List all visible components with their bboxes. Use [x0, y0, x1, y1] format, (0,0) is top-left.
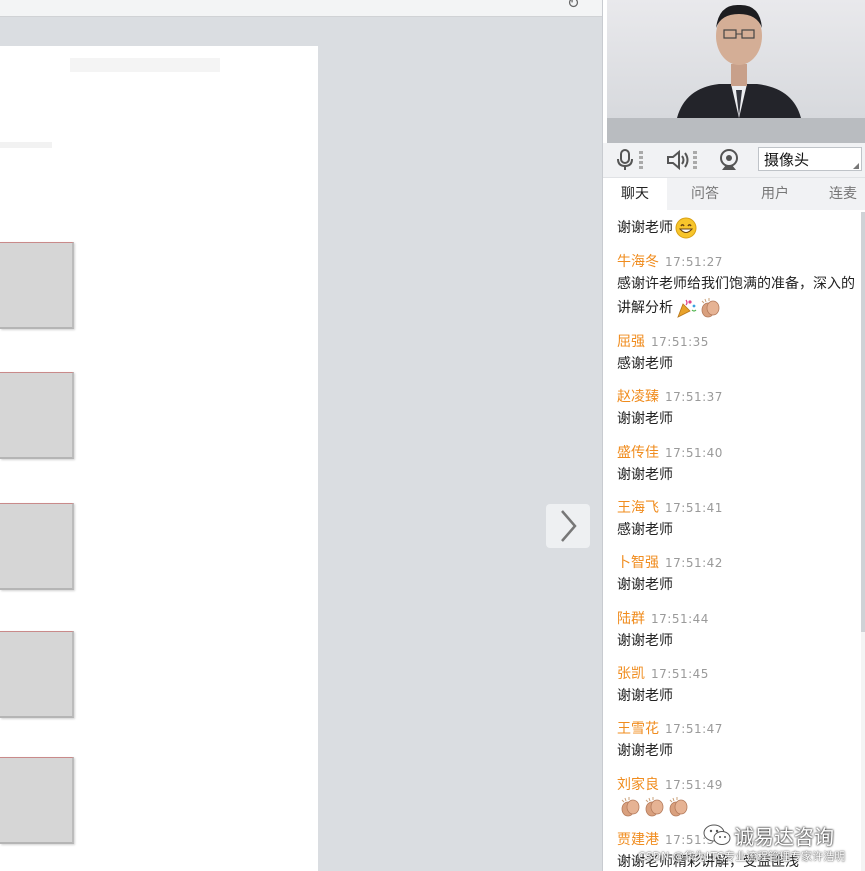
- message-text: 谢谢老师: [617, 220, 673, 236]
- chat-message: 陆群 17:51:44 谢谢老师: [617, 609, 862, 653]
- message-text: 谢谢老师: [617, 577, 673, 593]
- message-time: 17:51:27: [665, 255, 723, 269]
- message-time: 17:51:45: [651, 667, 709, 681]
- clap-emoji-icon: [669, 797, 688, 817]
- slide-box: [0, 631, 74, 718]
- chat-message: 赵凌臻 17:51:37 谢谢老师: [617, 387, 862, 431]
- sender-name: 盛传佳: [617, 445, 659, 461]
- message-text: 谢谢老师: [617, 467, 673, 483]
- message-time: 17:51:49: [665, 778, 723, 792]
- sender-name: 屈强: [617, 334, 645, 350]
- sender-name: 王海飞: [617, 500, 659, 516]
- next-slide-button[interactable]: [546, 504, 590, 548]
- faint-slide-text: [0, 142, 52, 148]
- grin-emoji-icon: [675, 217, 697, 239]
- chat-message: 刘家良 17:51:49: [617, 775, 862, 819]
- side-panel: 摄像头 聊天 问答 用户 连麦 谢谢老师 牛海冬 17:51:27 感谢许老师给我…: [602, 0, 865, 871]
- tab-qa[interactable]: 问答: [691, 178, 719, 210]
- message-text: 谢谢老师: [617, 743, 673, 759]
- chat-message: 盛传佳 17:51:40 谢谢老师: [617, 443, 862, 487]
- browser-top-bar: ↻: [0, 0, 602, 17]
- party-emoji-icon: [677, 299, 697, 318]
- chat-message: 张凯 17:51:45 谢谢老师: [617, 664, 862, 708]
- teacher-video: [607, 0, 865, 143]
- chat-message: 王雪花 17:51:47 谢谢老师: [617, 719, 862, 763]
- clap-emoji-icon: [645, 797, 664, 817]
- clap-emoji-icon: [621, 797, 640, 817]
- message-text: 感谢许老师给我们饱满的准备，深入的讲解分析: [617, 276, 855, 316]
- sender-name: 陆群: [617, 611, 645, 627]
- sender-name: 刘家良: [617, 777, 659, 793]
- message-text: 谢谢老师: [617, 411, 673, 427]
- chat-message: 谢谢老师: [617, 216, 862, 240]
- tab-mic-link[interactable]: 连麦: [829, 178, 857, 210]
- sender-name: 牛海冬: [617, 254, 659, 270]
- message-time: 17:51:47: [665, 722, 723, 736]
- message-time: 17:51:40: [665, 446, 723, 460]
- microphone-icon[interactable]: [615, 149, 645, 171]
- chat-scrollbar[interactable]: [861, 212, 865, 632]
- presenter-figure: [677, 4, 801, 118]
- sender-name: 贾建港: [617, 832, 659, 848]
- slide-box: [0, 242, 74, 329]
- camera-select-value: 摄像头: [764, 151, 810, 169]
- chat-message: 王海飞 17:51:41 感谢老师: [617, 498, 862, 542]
- media-controls-bar: 摄像头: [603, 143, 865, 178]
- slide-box: [0, 503, 74, 590]
- chat-message: 牛海冬 17:51:27 感谢许老师给我们饱满的准备，深入的讲解分析: [617, 252, 862, 320]
- message-time: 17:51:41: [665, 501, 723, 515]
- tab-users[interactable]: 用户: [761, 178, 789, 210]
- wechat-icon: [703, 824, 731, 845]
- message-text: 谢谢老师: [617, 633, 673, 649]
- message-time: 17:51:35: [651, 335, 709, 349]
- watermark-caption: CSDN @华为LTC专业流程管理专家许浩明: [638, 850, 846, 863]
- chevron-right-icon: [561, 510, 577, 542]
- slide-box: [0, 372, 74, 459]
- refresh-icon[interactable]: ↻: [567, 0, 580, 12]
- clap-emoji-icon: [701, 298, 720, 318]
- webcam-icon[interactable]: [718, 149, 740, 171]
- sender-name: 赵凌臻: [617, 389, 659, 405]
- message-time: 17:51:37: [665, 390, 723, 404]
- message-text: 谢谢老师: [617, 688, 673, 704]
- message-time: 17:51:44: [651, 612, 709, 626]
- watermark-text: 诚易达咨询: [734, 825, 834, 849]
- sender-name: 王雪花: [617, 721, 659, 737]
- camera-select[interactable]: 摄像头: [758, 147, 862, 171]
- chat-message: 卜智强 17:51:42 谢谢老师: [617, 553, 862, 597]
- watermark: 诚易达咨询 CSDN @华为LTC专业流程管理专家许浩明: [638, 818, 860, 868]
- chat-message: 屈强 17:51:35 感谢老师: [617, 332, 862, 376]
- sender-name: 卜智强: [617, 555, 659, 571]
- sender-name: 张凯: [617, 666, 645, 682]
- speaker-icon[interactable]: [666, 149, 698, 171]
- panel-tabs: 聊天 问答 用户 连麦: [603, 178, 865, 210]
- presentation-slide: [0, 46, 318, 871]
- message-text: 感谢老师: [617, 356, 673, 372]
- faint-slide-heading: [70, 58, 220, 72]
- chat-messages: 谢谢老师 牛海冬 17:51:27 感谢许老师给我们饱满的准备，深入的讲解分析 屈…: [617, 212, 862, 871]
- message-time: 17:51:42: [665, 556, 723, 570]
- slide-box: [0, 757, 74, 844]
- dropdown-corner-icon: [853, 163, 859, 169]
- message-text: 感谢老师: [617, 522, 673, 538]
- tab-chat[interactable]: 聊天: [603, 178, 667, 210]
